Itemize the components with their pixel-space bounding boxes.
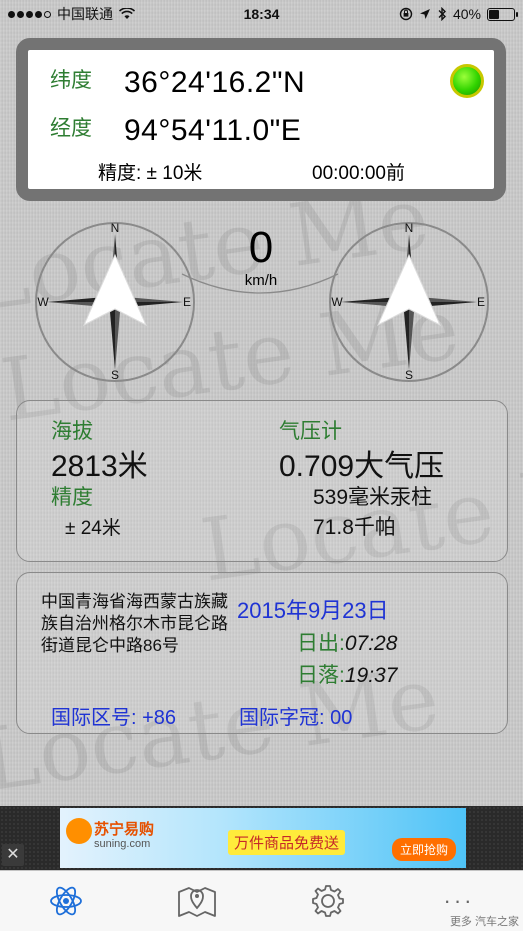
compass-e-label: E [183,295,191,309]
tab-map[interactable] [175,881,219,921]
ad-brand: 苏宁易购 [94,821,155,838]
sunrise-row: 日出:07:28 [297,627,397,657]
compass-n-label: N [111,221,120,235]
ad-close-button[interactable]: ✕ [2,844,24,866]
altitude-value: 2813米 [51,450,148,483]
heading-compass[interactable]: N S W E [34,221,196,383]
bluetooth-icon [438,7,446,21]
atom-icon [50,886,82,916]
tab-locate[interactable] [44,881,88,921]
altitude-accuracy-value: ± 24米 [65,518,121,539]
coordinate-accuracy: 精度: ± 10米 [98,163,203,184]
longitude-label: 经度 [50,117,92,140]
pressure-kpa: 71.8千帕 [313,516,396,539]
status-right: 40% [399,6,518,22]
speed-value: 0 [248,223,274,272]
ad-bar: 苏宁易购 suning.com 万件商品免费送 立即抢购 [0,806,523,870]
longitude-value[interactable]: 94°54'11.0"E [124,114,301,148]
compass-w-label: W [37,295,49,309]
ad-logo-icon [66,818,92,844]
tab-bar: ··· 更多 汽车之家 [0,870,523,931]
battery-fill [489,9,499,19]
battery-icon [487,7,518,21]
pressure-atm: 0.709大气压 [279,450,445,483]
latitude-label: 纬度 [50,69,92,92]
location-arrow-icon [419,9,430,19]
ad-cta-button[interactable]: 立即抢购 [391,838,456,861]
rotation-lock-icon [399,7,413,21]
compass-e-label: E [477,295,485,309]
altitude-accuracy-label: 精度 [51,486,93,509]
compass-w-label: W [331,295,343,309]
sunset-time: 19:37 [344,664,398,687]
pressure-mmhg: 539毫米汞柱 [313,486,433,509]
speed-display: 0 km/h [195,226,327,292]
sunset-row: 日落:19:37 [297,659,397,689]
gear-icon [312,885,344,917]
course-compass[interactable]: N S W E [328,221,490,383]
source-watermark: 更多 汽车之家 [449,916,519,928]
compass-n-label: N [405,221,414,235]
tab-settings[interactable] [306,881,350,921]
carrier-name: 中国联通 [57,6,113,22]
wifi-icon [119,8,135,19]
map-pin-icon [178,887,216,917]
speed-unit: km/h [244,272,278,289]
ad-brand-url: suning.com [94,838,151,850]
gps-status-icon[interactable] [450,64,484,98]
current-date: 2015年9月23日 [237,598,389,623]
sunrise-time: 07:28 [344,632,398,655]
battery-percent: 40% [452,6,481,22]
status-left: 中国联通 [8,4,135,24]
latitude-value[interactable]: 36°24'16.2"N [124,66,305,100]
fix-age: 00:00:00前 [312,163,405,184]
coordinates-panel: 纬度 36°24'16.2"N 经度 94°54'11.0"E 精度: ± 10… [16,38,506,201]
status-bar: 中国联通 18:34 40% [0,0,523,28]
signal-strength-icon [8,10,51,18]
compass-s-label: S [111,368,119,382]
country-calling-code: 国际区号: +86 [51,707,177,729]
address-panel: 中国青海省海西蒙古族藏族自治州格尔木市昆仑路街道昆仑中路86号 2015年9月2… [16,572,508,734]
sunset-label: 日落: [297,664,345,687]
ad-promo: 万件商品免费送 [228,830,346,855]
street-address: 中国青海省海西蒙古族藏族自治州格尔木市昆仑路街道昆仑中路86号 [41,592,228,655]
international-prefix: 国际字冠: 00 [239,707,353,729]
compass-s-label: S [405,368,413,382]
altitude-panel: 海拔 2813米 精度 ± 24米 气压计 0.709大气压 539毫米汞柱 7… [16,400,508,562]
sunrise-label: 日出: [297,632,345,655]
ad-banner[interactable]: 苏宁易购 suning.com 万件商品免费送 立即抢购 [60,808,466,868]
